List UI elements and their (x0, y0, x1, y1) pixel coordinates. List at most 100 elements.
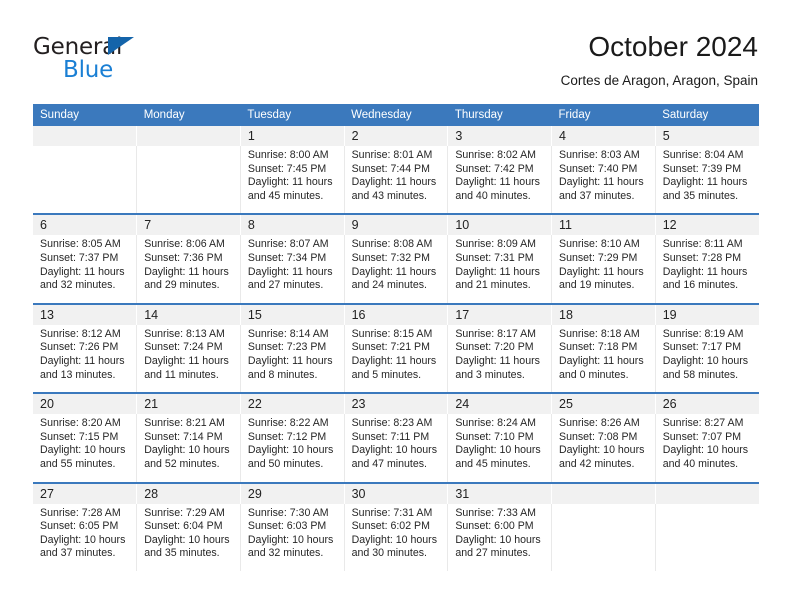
day-cell-27[interactable]: Sunrise: 7:28 AM Sunset: 6:05 PM Daylight:… (33, 503, 138, 571)
day-cell-2[interactable]: Sunrise: 8:01 AM Sunset: 7:44 PM Daylight:… (344, 146, 449, 214)
day-cell-10[interactable]: Sunrise: 8:09 AM Sunset: 7:31 PM Daylight:… (447, 235, 553, 303)
day-detail-line: Sunset: 7:23 PM (247, 341, 327, 354)
day-cell-9[interactable]: Sunrise: 8:08 AM Sunset: 7:32 PM Daylight:… (344, 235, 449, 303)
day-cell-25[interactable]: Sunrise: 8:26 AM Sunset: 7:08 PM Daylight:… (551, 414, 656, 482)
day-detail-line: Sunrise: 8:11 AM (662, 238, 743, 251)
day-cell-1[interactable]: Sunrise: 8:00 AM Sunset: 7:45 PM Daylight:… (240, 146, 345, 214)
day-detail-line: Sunrise: 8:05 AM (40, 238, 121, 251)
day-number-13[interactable]: 13 (33, 304, 138, 325)
page-header: General Blue October 2024 Cortes de Arag… (0, 0, 792, 100)
day-cell-18[interactable]: Sunrise: 8:18 AM Sunset: 7:18 PM Daylight:… (551, 324, 656, 393)
day-number-22[interactable]: 22 (240, 394, 345, 415)
day-cell-8[interactable]: Sunrise: 8:07 AM Sunset: 7:34 PM Daylight:… (240, 235, 345, 303)
day-number-16[interactable]: 16 (344, 304, 449, 325)
calendar-page: General Blue October 2024 Cortes de Arag… (0, 0, 792, 612)
day-cell-24[interactable]: Sunrise: 8:24 AM Sunset: 7:10 PM Daylight:… (447, 414, 553, 482)
day-cell-22[interactable]: Sunrise: 8:22 AM Sunset: 7:12 PM Daylight:… (240, 414, 345, 482)
day-detail-line: Sunrise: 8:03 AM (559, 149, 640, 161)
day-number-4[interactable]: 4 (551, 126, 656, 146)
page-title: October 2024 (588, 31, 758, 62)
day-detail-line: and 40 minutes. (455, 189, 531, 202)
day-detail-line: and 42 minutes. (559, 457, 635, 470)
day-number-14[interactable]: 14 (136, 304, 241, 325)
day-number-8[interactable]: 8 (240, 215, 345, 236)
day-cell-30[interactable]: Sunrise: 7:31 AM Sunset: 6:02 PM Daylight:… (344, 503, 449, 571)
day-number-29[interactable]: 29 (240, 483, 345, 504)
day-number-5[interactable]: 5 (655, 126, 759, 146)
day-number-11[interactable]: 11 (551, 215, 656, 236)
day-number-12[interactable]: 12 (655, 215, 759, 236)
day-number-28[interactable]: 28 (136, 483, 241, 504)
day-cell-17[interactable]: Sunrise: 8:17 AM Sunset: 7:20 PM Daylight:… (447, 324, 553, 393)
day-detail-line: Sunrise: 8:18 AM (559, 327, 640, 340)
day-number-26[interactable]: 26 (655, 394, 759, 415)
day-cell-5[interactable]: Sunrise: 8:04 AM Sunset: 7:39 PM Daylight:… (655, 146, 759, 214)
day-number-20[interactable]: 20 (33, 394, 138, 415)
day-detail-line: and 11 minutes. (144, 368, 219, 381)
day-number-18[interactable]: 18 (551, 304, 656, 325)
day-detail-line: Sunrise: 8:09 AM (455, 238, 536, 251)
day-number-6[interactable]: 6 (33, 215, 138, 236)
day-cell-23[interactable]: Sunrise: 8:23 AM Sunset: 7:11 PM Daylight:… (344, 414, 449, 482)
day-detail-line: Sunset: 7:40 PM (559, 162, 638, 175)
day-number-2[interactable]: 2 (344, 126, 449, 146)
day-number-19[interactable]: 19 (655, 304, 759, 325)
day-number-15[interactable]: 15 (240, 304, 345, 325)
day-detail-line: and 27 minutes. (455, 547, 531, 560)
logo-triangle-icon (108, 37, 134, 55)
day-detail-line: and 58 minutes. (662, 368, 739, 381)
day-detail-line: Sunset: 7:24 PM (144, 341, 223, 354)
day-number-25[interactable]: 25 (551, 394, 656, 415)
weekday-header-friday: Friday (551, 104, 656, 126)
day-number-27[interactable]: 27 (33, 483, 138, 504)
day-number-31[interactable]: 31 (447, 483, 553, 504)
day-detail-line: Sunset: 7:28 PM (662, 251, 742, 264)
day-detail-line: Sunset: 7:17 PM (662, 341, 742, 354)
day-detail-line: Sunset: 7:26 PM (40, 341, 119, 354)
day-detail-line: Sunset: 7:10 PM (455, 430, 534, 443)
weekday-header-saturday: Saturday (655, 104, 759, 126)
day-cell-13[interactable]: Sunrise: 8:12 AM Sunset: 7:26 PM Daylight:… (33, 324, 138, 393)
day-detail-line: Daylight: 10 hours (247, 533, 334, 546)
day-cell-11[interactable]: Sunrise: 8:10 AM Sunset: 7:29 PM Daylight:… (551, 235, 656, 303)
day-cell-26[interactable]: Sunrise: 8:27 AM Sunset: 7:07 PM Daylight:… (655, 414, 759, 482)
day-number-10[interactable]: 10 (447, 215, 553, 236)
day-detail-line: Daylight: 10 hours (351, 533, 437, 546)
day-detail-line: and 35 minutes. (662, 189, 739, 202)
day-cell-29[interactable]: Sunrise: 7:30 AM Sunset: 6:03 PM Daylight:… (240, 503, 345, 571)
day-detail-line: Daylight: 10 hours (662, 354, 749, 367)
day-number-empty (33, 126, 138, 146)
day-detail-line: and 21 minutes. (455, 279, 531, 292)
day-cell-28[interactable]: Sunrise: 7:29 AM Sunset: 6:04 PM Daylight:… (136, 503, 241, 571)
day-detail-line: Sunset: 7:44 PM (351, 162, 430, 175)
day-cell-4[interactable]: Sunrise: 8:03 AM Sunset: 7:40 PM Daylight:… (551, 146, 656, 214)
day-number-1[interactable]: 1 (240, 126, 345, 146)
day-number-3[interactable]: 3 (447, 126, 553, 146)
day-cell-20[interactable]: Sunrise: 8:20 AM Sunset: 7:15 PM Daylight:… (33, 414, 138, 482)
day-detail-line: Sunrise: 7:31 AM (351, 506, 433, 519)
title-block: October 2024 Cortes de Aragon, Aragon, S… (561, 30, 758, 89)
day-cell-15[interactable]: Sunrise: 8:14 AM Sunset: 7:23 PM Daylight:… (240, 324, 345, 393)
day-cell-12[interactable]: Sunrise: 8:11 AM Sunset: 7:28 PM Daylight:… (655, 235, 759, 303)
day-cell-21[interactable]: Sunrise: 8:21 AM Sunset: 7:14 PM Daylight:… (136, 414, 241, 482)
general-blue-logo[interactable]: General Blue (33, 34, 213, 86)
day-number-9[interactable]: 9 (344, 215, 449, 236)
day-cell-3[interactable]: Sunrise: 8:02 AM Sunset: 7:42 PM Daylight:… (447, 146, 553, 214)
day-number-30[interactable]: 30 (344, 483, 449, 504)
day-number-7[interactable]: 7 (136, 215, 241, 236)
day-number-23[interactable]: 23 (344, 394, 449, 415)
day-cell-14[interactable]: Sunrise: 8:13 AM Sunset: 7:24 PM Daylight:… (136, 324, 241, 393)
day-cell-31[interactable]: Sunrise: 7:33 AM Sunset: 6:00 PM Daylight:… (447, 503, 553, 571)
day-number-17[interactable]: 17 (447, 304, 553, 325)
day-cell-6[interactable]: Sunrise: 8:05 AM Sunset: 7:37 PM Daylight:… (33, 235, 138, 303)
day-cell-16[interactable]: Sunrise: 8:15 AM Sunset: 7:21 PM Daylight:… (344, 324, 449, 393)
day-detail-line: Daylight: 10 hours (144, 444, 230, 457)
day-detail-line: Sunrise: 8:20 AM (40, 417, 121, 430)
day-number-24[interactable]: 24 (447, 394, 553, 415)
week-info-row: Sunrise: 8:00 AM Sunset: 7:45 PM Daylight:… (33, 146, 759, 214)
day-cell-7[interactable]: Sunrise: 8:06 AM Sunset: 7:36 PM Daylight:… (136, 235, 241, 303)
day-number-21[interactable]: 21 (136, 394, 241, 415)
day-cell-19[interactable]: Sunrise: 8:19 AM Sunset: 7:17 PM Daylight:… (655, 324, 759, 393)
day-detail-line: Sunrise: 8:22 AM (247, 417, 329, 430)
day-detail-line: Sunset: 7:31 PM (455, 251, 534, 264)
